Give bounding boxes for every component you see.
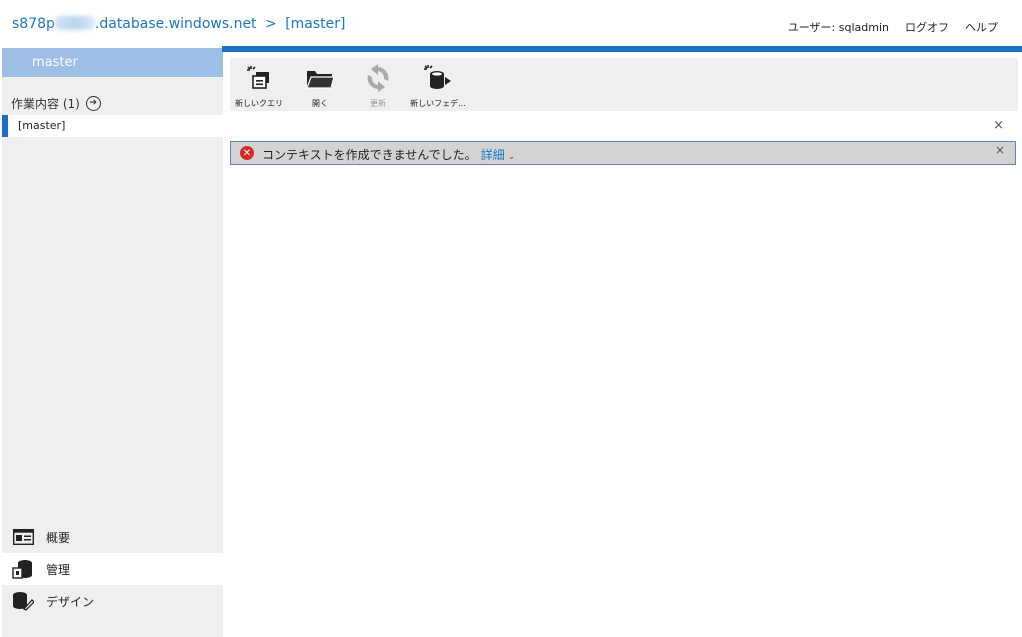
database-manage-icon xyxy=(12,560,34,579)
toolbar: 新しいクエリ 開く 更新 新しいフェデ... xyxy=(230,58,1018,111)
new-federation-label: 新しいフェデ... xyxy=(410,99,466,108)
logoff-link[interactable]: ログオフ xyxy=(905,19,949,35)
design-icon xyxy=(12,592,34,611)
error-close-button[interactable]: × xyxy=(995,143,1005,157)
breadcrumb-database[interactable]: [master] xyxy=(285,16,345,32)
new-federation-button[interactable]: 新しいフェデ... xyxy=(410,58,466,111)
nav-overview-label: 概要 xyxy=(46,530,71,545)
new-query-label: 新しいクエリ xyxy=(235,99,283,108)
server-name-suffix[interactable]: .database.windows.net xyxy=(95,16,257,32)
selected-indicator xyxy=(2,115,8,137)
help-link[interactable]: ヘルプ xyxy=(965,19,998,35)
work-items-label: 作業内容 (1) xyxy=(11,97,80,111)
accent-rule xyxy=(222,46,1022,52)
open-label: 開く xyxy=(312,99,328,108)
server-name-prefix[interactable]: s878p xyxy=(12,16,55,32)
open-button[interactable]: 開く xyxy=(303,58,337,111)
redacted-server-part xyxy=(54,16,95,30)
error-bar: ✕ コンテキストを作成できませんでした。 詳細 ⌄ × xyxy=(230,141,1016,165)
open-folder-icon xyxy=(304,62,336,94)
close-panel-button[interactable]: × xyxy=(993,118,1004,133)
refresh-button[interactable]: 更新 xyxy=(361,58,395,111)
refresh-label: 更新 xyxy=(370,99,386,108)
refresh-icon xyxy=(362,62,394,94)
database-tab[interactable]: master xyxy=(2,48,223,77)
nav-manage-label: 管理 xyxy=(46,562,71,577)
chevron-down-icon[interactable]: ⌄ xyxy=(508,152,516,162)
breadcrumb: s878p .database.windows.net > [master] xyxy=(12,16,346,32)
work-item-label: [master] xyxy=(18,119,66,132)
details-link[interactable]: 詳細 xyxy=(481,148,505,162)
error-message-wrap: コンテキストを作成できませんでした。 詳細 ⌄ xyxy=(262,146,515,163)
nav-design-label: デザイン xyxy=(46,594,95,609)
error-icon: ✕ xyxy=(240,146,254,160)
overview-icon xyxy=(12,528,34,546)
arrow-right-circle-icon[interactable]: ➔ xyxy=(85,96,101,111)
nav-manage[interactable]: 管理 xyxy=(2,553,223,585)
new-federation-icon xyxy=(422,62,454,94)
error-message: コンテキストを作成できませんでした。 xyxy=(262,148,477,162)
new-query-icon xyxy=(243,62,275,94)
user-label: ユーザー: sqladmin xyxy=(787,21,889,34)
breadcrumb-separator: > xyxy=(265,16,277,32)
work-items-title: 作業内容 (1) ➔ xyxy=(11,95,101,112)
nav-design[interactable]: デザイン xyxy=(2,585,223,617)
work-item[interactable]: [master] xyxy=(2,115,223,137)
top-nav: ユーザー: sqladmin ログオフ ヘルプ xyxy=(788,19,998,35)
nav-overview[interactable]: 概要 xyxy=(2,521,223,553)
new-query-button[interactable]: 新しいクエリ xyxy=(235,58,283,111)
